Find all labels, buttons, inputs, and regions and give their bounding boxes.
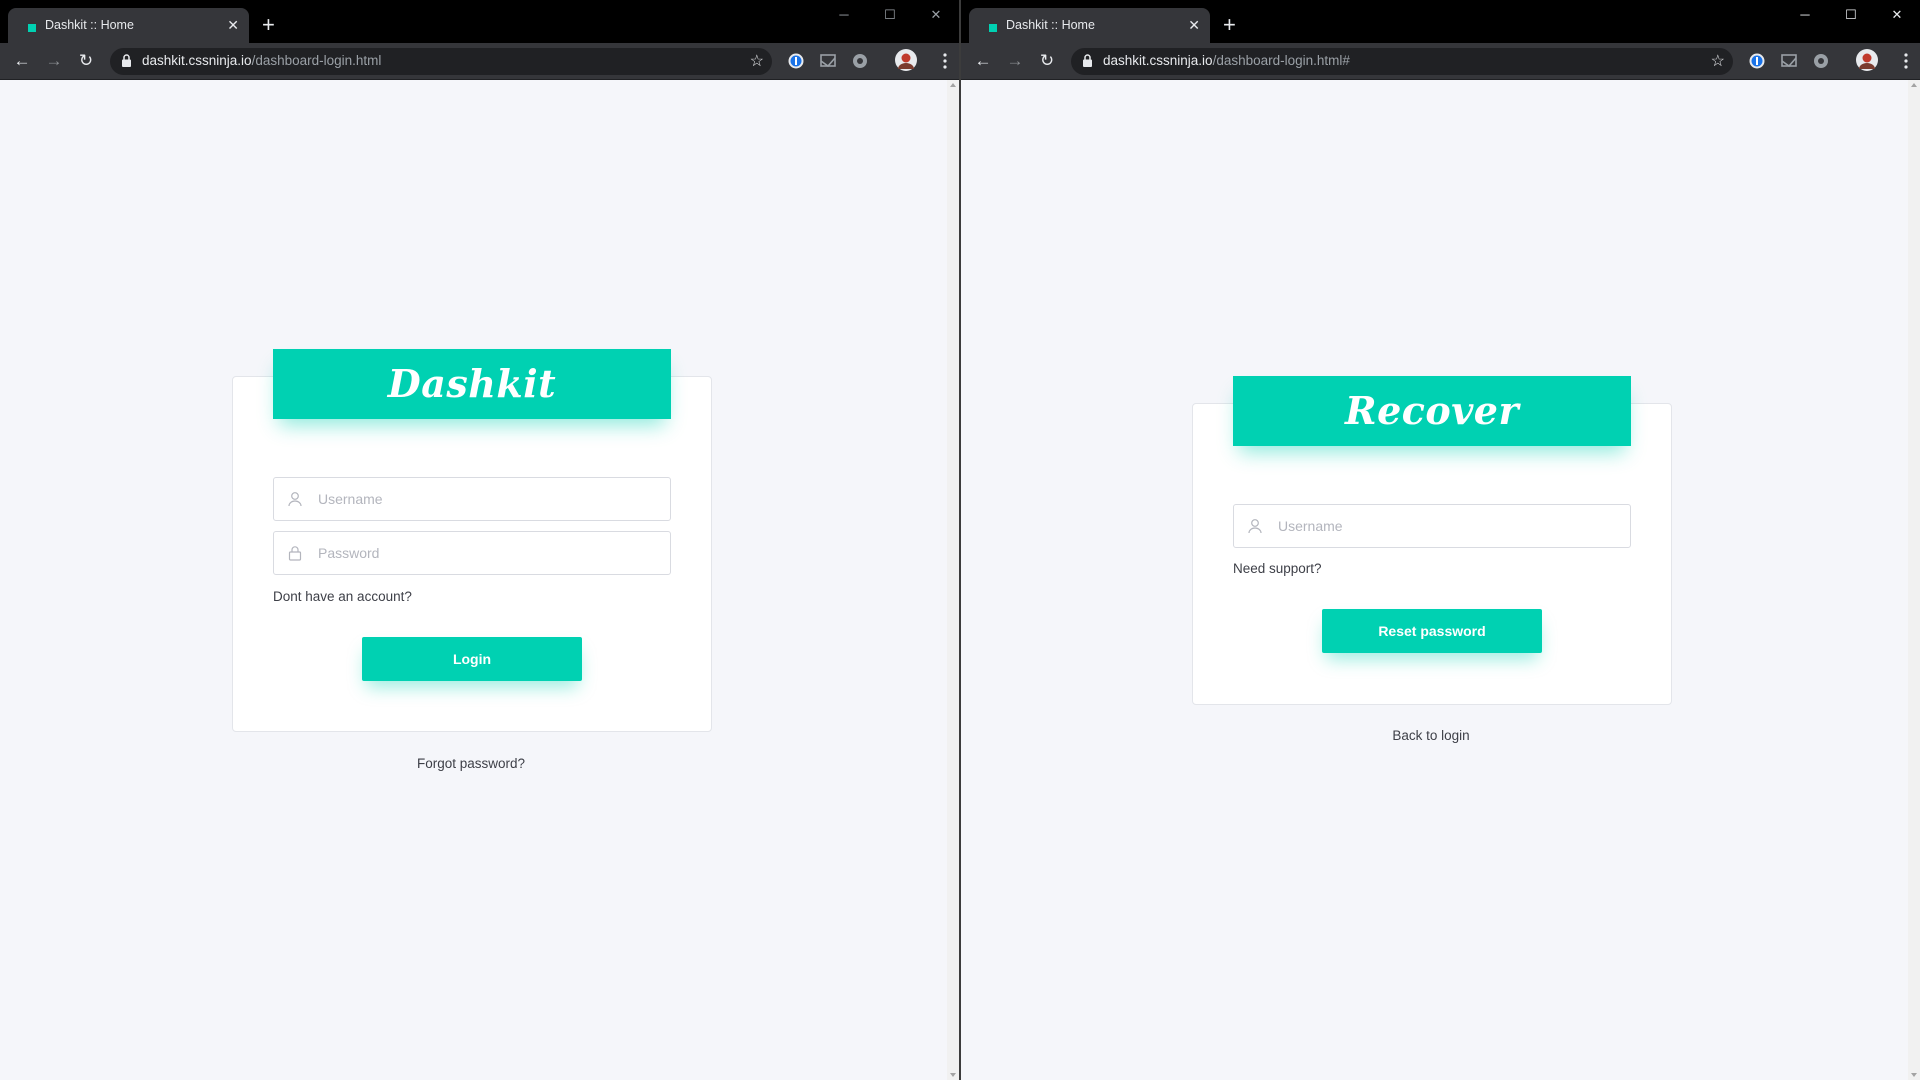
maximize-icon[interactable]: ☐: [1828, 0, 1874, 30]
forgot-password-link[interactable]: Forgot password?: [321, 756, 621, 771]
minimize-icon[interactable]: ─: [1782, 0, 1828, 30]
forward-icon[interactable]: →: [41, 48, 67, 74]
login-button[interactable]: Login: [362, 637, 582, 681]
browser-window-right: Dashkit :: Home ✕ + ─ ☐ ✕ ← → ↻ dashkit.…: [961, 0, 1920, 1080]
need-support-link[interactable]: Need support?: [1233, 561, 1322, 576]
tab-title: Dashkit :: Home: [45, 18, 134, 32]
window-close-icon[interactable]: ✕: [1874, 0, 1920, 30]
lock-icon: [1083, 54, 1092, 67]
forward-icon[interactable]: →: [1002, 48, 1028, 74]
browser-toolbar: ← → ↻ dashkit.cssninja.io/dashboard-logi…: [0, 43, 959, 80]
user-icon: [1248, 519, 1262, 534]
password-input[interactable]: [318, 532, 658, 574]
window-controls: ─ ☐ ✕: [821, 0, 959, 30]
password-manager-icon[interactable]: [1748, 52, 1766, 70]
scroll-down-arrow[interactable]: [1911, 1073, 1917, 1077]
title-bar: Dashkit :: Home ✕ + ─ ☐ ✕: [0, 0, 959, 43]
new-tab-icon[interactable]: +: [1223, 12, 1236, 38]
signup-link[interactable]: Dont have an account?: [273, 589, 412, 604]
reload-icon[interactable]: ↻: [1034, 48, 1060, 74]
username-field[interactable]: [273, 477, 671, 521]
recover-card: [1192, 403, 1672, 705]
scroll-down-arrow[interactable]: [950, 1073, 956, 1077]
browser-tab[interactable]: Dashkit :: Home ✕: [969, 8, 1210, 43]
back-to-login-link[interactable]: Back to login: [1281, 728, 1581, 743]
address-bar[interactable]: dashkit.cssninja.io/dashboard-login.html…: [110, 48, 772, 75]
user-icon: [288, 492, 302, 507]
window-controls: ─ ☐ ✕: [1782, 0, 1920, 30]
tab-title: Dashkit :: Home: [1006, 18, 1095, 32]
username-input[interactable]: [1278, 505, 1618, 547]
cast-icon[interactable]: [819, 52, 837, 70]
favicon: [28, 24, 36, 32]
reload-icon[interactable]: ↻: [73, 48, 99, 74]
scrollbar[interactable]: [947, 80, 959, 1080]
recover-banner: Recover: [1233, 376, 1631, 446]
profile-avatar[interactable]: [895, 49, 917, 71]
window-close-icon[interactable]: ✕: [913, 0, 959, 30]
username-input[interactable]: [318, 478, 658, 520]
page-viewport: Dashkit Dont have an account? Login Forg…: [0, 80, 959, 1080]
address-bar[interactable]: dashkit.cssninja.io/dashboard-login.html…: [1071, 48, 1733, 75]
url-text: dashkit.cssninja.io/dashboard-login.html…: [1103, 53, 1350, 68]
browser-tab[interactable]: Dashkit :: Home ✕: [8, 8, 249, 43]
lock-icon: [122, 54, 131, 67]
scroll-up-arrow[interactable]: [950, 83, 956, 87]
url-text: dashkit.cssninja.io/dashboard-login.html: [142, 53, 382, 68]
reset-password-button[interactable]: Reset password: [1322, 609, 1542, 653]
page-viewport: Recover Need support? Reset password Bac…: [961, 80, 1920, 1080]
username-field[interactable]: [1233, 504, 1631, 548]
new-tab-icon[interactable]: +: [262, 12, 275, 38]
minimize-icon[interactable]: ─: [821, 0, 867, 30]
profile-avatar[interactable]: [1856, 49, 1878, 71]
scroll-up-arrow[interactable]: [1911, 83, 1917, 87]
extension-icon[interactable]: [1812, 52, 1830, 70]
password-field[interactable]: [273, 531, 671, 575]
star-icon[interactable]: ☆: [1711, 51, 1725, 71]
back-icon[interactable]: ←: [9, 48, 35, 74]
favicon: [989, 24, 997, 32]
maximize-icon[interactable]: ☐: [867, 0, 913, 30]
star-icon[interactable]: ☆: [750, 51, 764, 71]
browser-toolbar: ← → ↻ dashkit.cssninja.io/dashboard-logi…: [961, 43, 1920, 80]
menu-icon[interactable]: [943, 52, 947, 70]
close-icon[interactable]: ✕: [227, 16, 239, 34]
menu-icon[interactable]: [1904, 52, 1908, 70]
cast-icon[interactable]: [1780, 52, 1798, 70]
extension-icon[interactable]: [851, 52, 869, 70]
password-manager-icon[interactable]: [787, 52, 805, 70]
title-bar: Dashkit :: Home ✕ + ─ ☐ ✕: [961, 0, 1920, 43]
back-icon[interactable]: ←: [970, 48, 996, 74]
scrollbar[interactable]: [1908, 80, 1920, 1080]
brand-banner: Dashkit: [273, 349, 671, 419]
browser-window-left: Dashkit :: Home ✕ + ─ ☐ ✕ ← → ↻ dashkit.…: [0, 0, 959, 1080]
padlock-icon: [288, 546, 302, 561]
close-icon[interactable]: ✕: [1188, 16, 1200, 34]
